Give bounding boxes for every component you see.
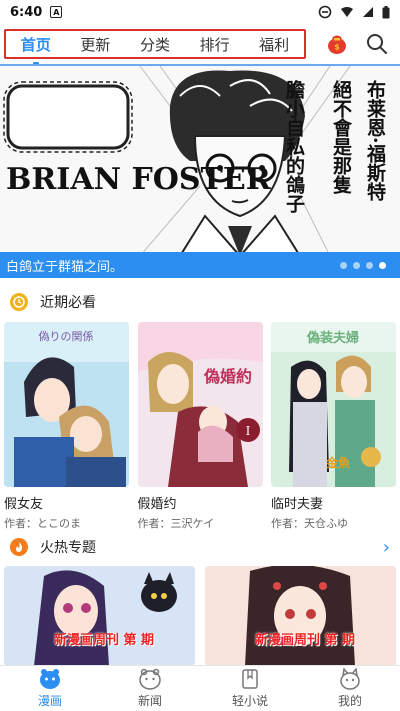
red-envelope-icon: $: [328, 35, 346, 54]
carousel-dot[interactable]: [353, 262, 360, 269]
svg-text:偽装夫婦: 偽装夫婦: [306, 330, 359, 346]
clock-icon: [10, 293, 28, 311]
tab-home[interactable]: 首页: [17, 32, 55, 65]
bottom-tab-profile[interactable]: 我的: [300, 666, 400, 711]
comic-title: 假女友: [4, 497, 44, 512]
nav-icons: $: [324, 31, 390, 57]
tab-category[interactable]: 分类: [136, 32, 174, 57]
svg-text:偽婚約: 偽婚約: [202, 367, 251, 386]
bottom-tab-news[interactable]: 新闻: [100, 666, 200, 711]
tab-welfare[interactable]: 福利: [255, 32, 293, 57]
comic-cover: 偽装夫婦 金魚: [271, 322, 396, 487]
comic-title: 临时夫妻: [271, 497, 324, 512]
hot-section-title: 火热专题: [40, 540, 96, 556]
comic-author: 作者：とこのま: [4, 517, 81, 530]
signal-icon: [363, 7, 373, 17]
banner-vertical-text-2: 絕不會是那隻: [329, 80, 352, 194]
recent-comic-list: 偽りの関係 假女友 作者：とこのま 偽婚約 I 假婚约 作者：三沢ケイ 偽装夫婦…: [4, 322, 396, 531]
status-right-icons: [318, 5, 390, 19]
svg-text:I: I: [245, 424, 250, 438]
status-time: 6:40: [10, 4, 43, 20]
news-icon: [139, 668, 161, 690]
bottom-tab-bar: 漫画 新闻 轻小说 我的: [0, 665, 400, 711]
svg-text:金魚: 金魚: [325, 455, 350, 470]
carousel-indicator: [340, 262, 386, 269]
carousel-dot[interactable]: [340, 262, 347, 269]
recent-section-title: 近期必看: [40, 295, 96, 311]
tab-update[interactable]: 更新: [76, 32, 114, 57]
status-bar: 6:40 A: [0, 0, 400, 24]
hot-topic-badge: 新漫画周刊 第 期: [54, 633, 155, 648]
search-button[interactable]: [364, 31, 390, 57]
comic-cover: 偽婚約 I: [137, 322, 263, 487]
comic-card[interactable]: 偽婚約 I 假婚约 作者：三沢ケイ: [137, 322, 263, 531]
tab-bar: 首页 更新 分类 排行 福利: [4, 29, 306, 65]
banner-vertical-text-3: 膽小自私的鴿子: [282, 80, 305, 213]
chevron-right-icon[interactable]: ›: [383, 537, 390, 558]
fire-icon: [10, 538, 28, 556]
hot-topic-list: 新漫画周刊 第 期 新漫画周刊 第 期: [4, 566, 396, 666]
bottom-tab-comic[interactable]: 漫画: [0, 666, 100, 711]
banner-carousel[interactable]: BRIAN FOSTER 布莱恩·福斯特 絕不會是那隻 膽小自私的鴿子 白鸽立于…: [0, 66, 400, 278]
novel-icon: [242, 669, 258, 689]
bottom-tab-novel[interactable]: 轻小说: [200, 666, 300, 711]
comic-card[interactable]: 偽装夫婦 金魚 临时夫妻 作者：天仓ふゆ: [271, 322, 396, 531]
notification-a-icon: A: [50, 6, 63, 18]
bottom-tab-label: 我的: [337, 694, 362, 708]
comic-title: 假婚约: [137, 497, 177, 512]
banner-vertical-text-1: 布莱恩·福斯特: [363, 80, 386, 201]
recent-section-header: 近期必看: [0, 287, 400, 317]
do-not-disturb-icon: [318, 5, 332, 19]
svg-text:偽りの関係: 偽りの関係: [39, 329, 94, 343]
top-nav: 首页 更新 分类 排行 福利 $: [0, 24, 400, 65]
hot-topic-card[interactable]: 新漫画周刊 第 期: [205, 566, 396, 666]
comic-author: 作者：三沢ケイ: [137, 517, 215, 530]
red-envelope-button[interactable]: $: [324, 31, 350, 57]
comic-author: 作者：天仓ふゆ: [271, 517, 348, 530]
wifi-icon: [341, 7, 353, 17]
banner-brand-title: BRIAN FOSTER: [6, 162, 271, 197]
hot-topic-badge: 新漫画周刊 第 期: [255, 633, 356, 648]
bottom-tab-label: 轻小说: [231, 694, 268, 708]
hot-topic-card[interactable]: 新漫画周刊 第 期: [4, 566, 195, 666]
comic-cover: 偽りの関係: [4, 322, 129, 487]
carousel-dot-active[interactable]: [379, 262, 386, 269]
hot-section-header[interactable]: 火热专题 ›: [0, 532, 400, 562]
comic-icon: [40, 669, 60, 689]
svg-text:$: $: [334, 43, 340, 52]
search-icon: [367, 34, 387, 54]
comic-card[interactable]: 偽りの関係 假女友 作者：とこのま: [4, 322, 129, 531]
profile-icon: [340, 668, 360, 690]
bottom-tab-label: 漫画: [37, 694, 62, 708]
tab-ranking[interactable]: 排行: [196, 32, 234, 57]
carousel-dot[interactable]: [366, 262, 373, 269]
bottom-tab-label: 新闻: [137, 694, 162, 708]
battery-icon: [382, 5, 390, 18]
